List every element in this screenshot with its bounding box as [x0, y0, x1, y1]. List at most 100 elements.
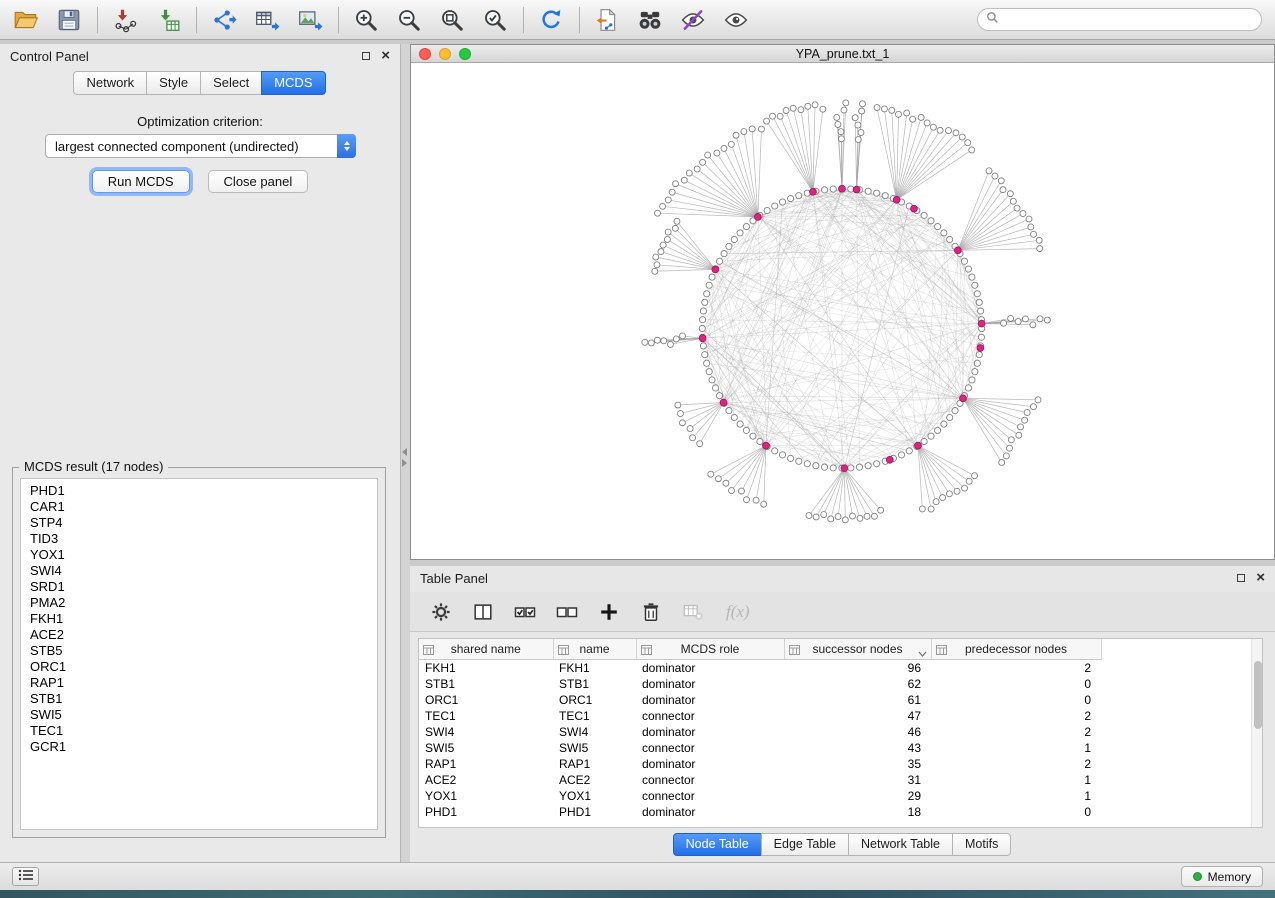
tab-style[interactable]: Style: [146, 71, 201, 95]
cell-predecessor-nodes[interactable]: 2: [931, 756, 1101, 772]
column-header-successor-nodes[interactable]: successor nodes: [784, 639, 931, 659]
mcds-result-item[interactable]: GCR1: [21, 739, 377, 755]
table-row[interactable]: ACE2ACE2connector311: [419, 772, 1101, 788]
table-toolbar-button-delete-entry[interactable]: [638, 599, 664, 625]
toolbar-button-search-binoculars[interactable]: [634, 4, 666, 36]
panel-splitter[interactable]: [401, 44, 410, 862]
dominator-node[interactable]: [810, 188, 817, 195]
table-row[interactable]: STB1STB1dominator620: [419, 676, 1101, 692]
cell-shared-name[interactable]: RAP1: [419, 756, 553, 772]
table-row[interactable]: YOX1YOX1connector291: [419, 788, 1101, 804]
dominator-node[interactable]: [886, 456, 893, 463]
column-header-name[interactable]: name: [553, 639, 636, 659]
table-toolbar-button-column-layout[interactable]: [470, 599, 496, 625]
cell-shared-name[interactable]: SWI5: [419, 740, 553, 756]
cell-shared-name[interactable]: TEC1: [419, 708, 553, 724]
table-row[interactable]: SWI5SWI5connector431: [419, 740, 1101, 756]
tab-edge-table[interactable]: Edge Table: [761, 833, 849, 856]
toolbar-button-show-all[interactable]: [720, 4, 752, 36]
cell-successor-nodes[interactable]: 43: [784, 740, 931, 756]
toolbar-button-zoom-fit[interactable]: [436, 4, 468, 36]
mcds-result-item[interactable]: ORC1: [21, 659, 377, 675]
table-scrollbar-thumb[interactable]: [1254, 661, 1262, 729]
cell-predecessor-nodes[interactable]: 0: [931, 676, 1101, 692]
mcds-result-item[interactable]: TID3: [21, 531, 377, 547]
mcds-result-item[interactable]: STB1: [21, 691, 377, 707]
toolbar-button-export-network[interactable]: [208, 4, 240, 36]
cell-mcds-role[interactable]: dominator: [636, 804, 784, 820]
cell-successor-nodes[interactable]: 31: [784, 772, 931, 788]
cell-successor-nodes[interactable]: 62: [784, 676, 931, 692]
dominator-node[interactable]: [893, 196, 900, 203]
toolbar-button-hide-unselected[interactable]: [677, 4, 709, 36]
cell-successor-nodes[interactable]: 35: [784, 756, 931, 772]
table-toolbar-button-delete-table[interactable]: [680, 599, 706, 625]
cell-predecessor-nodes[interactable]: 1: [931, 772, 1101, 788]
cell-shared-name[interactable]: PHD1: [419, 804, 553, 820]
cell-shared-name[interactable]: ACE2: [419, 772, 553, 788]
table-row[interactable]: TEC1TEC1connector472: [419, 708, 1101, 724]
dominator-node[interactable]: [754, 213, 761, 220]
toolbar-button-apply-layout[interactable]: [535, 4, 567, 36]
table-row[interactable]: FKH1FKH1dominator962: [419, 659, 1101, 676]
cell-successor-nodes[interactable]: 47: [784, 708, 931, 724]
tab-mcds[interactable]: MCDS: [261, 71, 325, 95]
mcds-result-item[interactable]: PMA2: [21, 595, 377, 611]
mcds-result-item[interactable]: SWI5: [21, 707, 377, 723]
toolbar-button-folder-open[interactable]: [10, 4, 42, 36]
cell-successor-nodes[interactable]: 46: [784, 724, 931, 740]
dominator-node[interactable]: [839, 185, 846, 192]
table-toolbar-button-settings-gear[interactable]: [428, 599, 454, 625]
dominator-node[interactable]: [699, 335, 706, 342]
cell-shared-name[interactable]: SWI4: [419, 724, 553, 740]
mcds-result-list[interactable]: PHD1CAR1STP4TID3YOX1SWI4SRD1PMA2FKH1ACE2…: [20, 478, 378, 830]
dominator-node[interactable]: [720, 399, 727, 406]
dominator-node[interactable]: [960, 395, 967, 402]
cell-successor-nodes[interactable]: 61: [784, 692, 931, 708]
float-panel-icon[interactable]: [1237, 574, 1245, 582]
mcds-result-item[interactable]: SRD1: [21, 579, 377, 595]
toolbar-search[interactable]: [977, 8, 1262, 31]
cell-predecessor-nodes[interactable]: 2: [931, 724, 1101, 740]
cell-mcds-role[interactable]: dominator: [636, 724, 784, 740]
cell-mcds-role[interactable]: dominator: [636, 692, 784, 708]
mcds-result-item[interactable]: FKH1: [21, 611, 377, 627]
float-panel-icon[interactable]: [362, 52, 370, 60]
window-close-icon[interactable]: [419, 48, 431, 60]
cell-name[interactable]: SWI4: [553, 724, 636, 740]
cell-mcds-role[interactable]: dominator: [636, 659, 784, 676]
toolbar-button-export-image[interactable]: [294, 4, 326, 36]
search-input[interactable]: [1005, 12, 1253, 27]
dominator-node[interactable]: [977, 345, 984, 352]
toolbar-button-zoom-in[interactable]: [350, 4, 382, 36]
mcds-result-item[interactable]: STB5: [21, 643, 377, 659]
cell-shared-name[interactable]: FKH1: [419, 659, 553, 676]
table-toolbar-button-uncheck-all[interactable]: [554, 599, 580, 625]
dominator-node[interactable]: [978, 320, 985, 327]
tab-select[interactable]: Select: [200, 71, 262, 95]
table-toolbar-button-check-all[interactable]: [512, 599, 538, 625]
cell-predecessor-nodes[interactable]: 0: [931, 692, 1101, 708]
dominator-node[interactable]: [915, 442, 922, 449]
toolbar-button-zoom-selected[interactable]: [479, 4, 511, 36]
dominator-node[interactable]: [712, 266, 719, 273]
cell-predecessor-nodes[interactable]: 0: [931, 804, 1101, 820]
tab-node-table[interactable]: Node Table: [673, 833, 762, 856]
table-row[interactable]: PHD1PHD1dominator180: [419, 804, 1101, 820]
menu-list-button[interactable]: [12, 867, 39, 886]
table-row[interactable]: ORC1ORC1dominator610: [419, 692, 1101, 708]
cell-predecessor-nodes[interactable]: 1: [931, 788, 1101, 804]
splitter-collapse-icon[interactable]: [402, 448, 407, 467]
cell-mcds-role[interactable]: dominator: [636, 756, 784, 772]
function-builder-button[interactable]: f(x): [722, 602, 750, 622]
close-panel-icon[interactable]: ×: [381, 51, 390, 61]
mcds-result-item[interactable]: RAP1: [21, 675, 377, 691]
cell-name[interactable]: RAP1: [553, 756, 636, 772]
cell-mcds-role[interactable]: connector: [636, 788, 784, 804]
run-mcds-button[interactable]: Run MCDS: [92, 170, 190, 193]
cell-mcds-role[interactable]: connector: [636, 772, 784, 788]
toolbar-button-zoom-out[interactable]: [393, 4, 425, 36]
cell-successor-nodes[interactable]: 29: [784, 788, 931, 804]
column-header-predecessor-nodes[interactable]: predecessor nodes: [931, 639, 1101, 659]
cell-name[interactable]: SWI5: [553, 740, 636, 756]
